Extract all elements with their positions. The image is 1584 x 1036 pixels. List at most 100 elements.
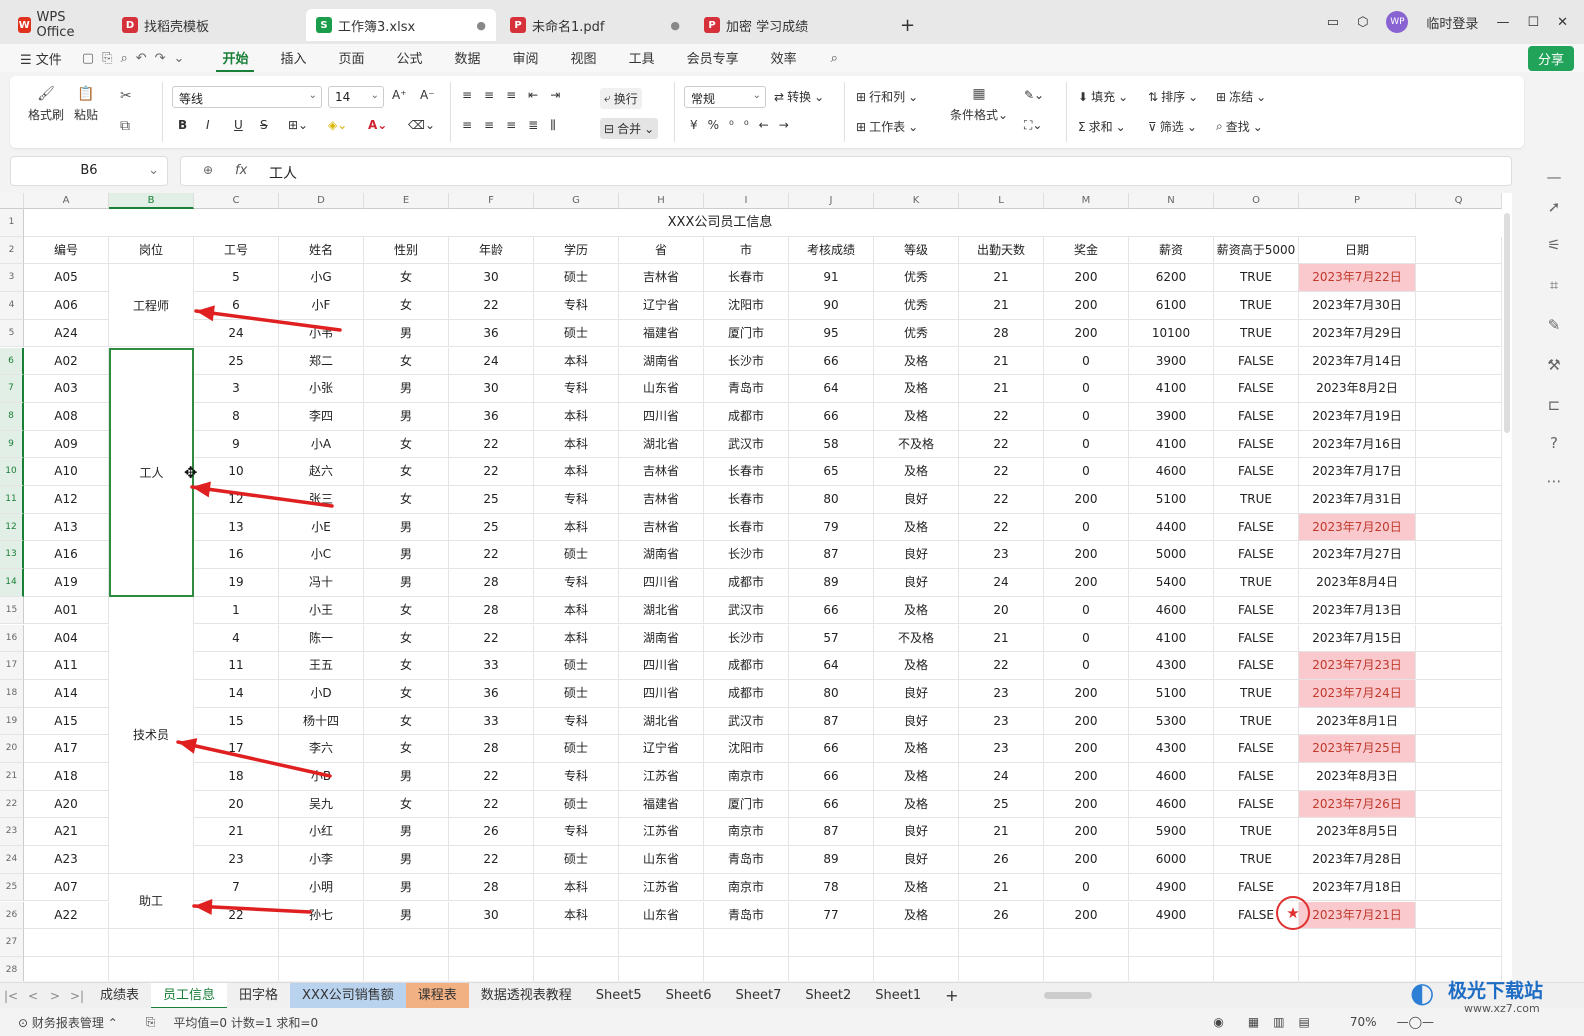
table-cell[interactable]: 10100	[1129, 319, 1214, 348]
table-cell[interactable]: 青岛市	[704, 901, 789, 930]
table-cell[interactable]: 57	[789, 624, 874, 653]
table-cell[interactable]: 13	[194, 513, 279, 542]
paste-button[interactable]: 📋 粘贴	[74, 86, 98, 123]
table-cell[interactable]: 22	[449, 763, 534, 791]
table-cell[interactable]	[24, 956, 109, 981]
table-cell[interactable]: 0	[1044, 652, 1129, 680]
table-header[interactable]: 等级	[874, 236, 959, 265]
table-cell[interactable]: 200	[1044, 763, 1129, 791]
table-cell[interactable]: 4300	[1129, 735, 1214, 763]
book-icon[interactable]: ⊏	[1544, 396, 1564, 416]
table-cell[interactable]: 21	[959, 375, 1044, 403]
table-cell[interactable]: FALSE	[1214, 596, 1299, 625]
table-cell[interactable]: 四川省	[619, 402, 704, 431]
table-cell[interactable]: 成都市	[704, 679, 789, 708]
table-cell[interactable]: 66	[789, 763, 874, 791]
table-cell[interactable]: 200	[1044, 292, 1129, 320]
table-cell[interactable]: 厦门市	[704, 790, 789, 819]
sheet-tab[interactable]: Sheet1	[863, 983, 933, 1009]
table-cell[interactable]	[1416, 846, 1502, 874]
table-cell[interactable]: 21	[959, 292, 1044, 320]
table-header[interactable]: 薪资	[1129, 236, 1214, 265]
font-size-select[interactable]: 14 ⌄	[328, 86, 384, 108]
table-cell[interactable]: 女	[364, 596, 449, 625]
table-cell[interactable]: 4900	[1129, 873, 1214, 902]
table-cell[interactable]: 91	[789, 264, 874, 293]
ribbon-tab[interactable]: 会员专享	[681, 45, 745, 72]
table-cell[interactable]: 2023年7月25日	[1299, 735, 1416, 763]
name-box[interactable]: B6 ⌄	[10, 156, 168, 186]
table-cell[interactable]: 良好	[874, 486, 959, 514]
row-header[interactable]: 5	[0, 319, 24, 348]
table-cell[interactable]: 2023年7月27日	[1299, 541, 1416, 570]
table-cell[interactable]: 张三	[279, 486, 364, 514]
table-cell[interactable]: TRUE	[1214, 679, 1299, 708]
table-cell[interactable]	[1416, 347, 1502, 376]
table-cell[interactable]: 沈阳市	[704, 735, 789, 763]
table-cell[interactable]: 专科	[534, 707, 619, 736]
sheet-tab[interactable]: 田字格	[227, 983, 290, 1009]
table-cell[interactable]: 江苏省	[619, 873, 704, 902]
table-cell[interactable]: 成都市	[704, 569, 789, 597]
row-header[interactable]: 21	[0, 763, 24, 791]
row-header[interactable]: 28	[0, 956, 24, 981]
row-header[interactable]: 18	[0, 679, 24, 708]
table-cell[interactable]: 4900	[1129, 901, 1214, 930]
table-cell[interactable]	[704, 956, 789, 981]
table-cell[interactable]: 及格	[874, 873, 959, 902]
table-cell[interactable]: 87	[789, 707, 874, 736]
table-cell[interactable]: 4300	[1129, 652, 1214, 680]
table-cell[interactable]: 硕士	[534, 846, 619, 874]
table-cell[interactable]: 本科	[534, 596, 619, 625]
table-cell[interactable]: 长春市	[704, 458, 789, 486]
merged-position-cell[interactable]: 工程师	[109, 264, 194, 348]
table-cell[interactable]	[1416, 264, 1502, 293]
table-cell[interactable]: 2023年7月18日	[1299, 873, 1416, 902]
table-cell[interactable]: 吉林省	[619, 264, 704, 293]
row-header[interactable]: 12	[0, 513, 24, 542]
table-cell[interactable]: 89	[789, 846, 874, 874]
table-cell[interactable]: 200	[1044, 541, 1129, 570]
filter-button[interactable]: ⊽ 筛选 ⌄	[1148, 118, 1197, 135]
table-cell[interactable]: 吉林省	[619, 458, 704, 486]
table-cell[interactable]: 3900	[1129, 347, 1214, 376]
table-cell[interactable]: 女	[364, 679, 449, 708]
merge-button[interactable]: ⊟ 合并 ⌄	[600, 118, 659, 139]
table-cell[interactable]: 23	[194, 846, 279, 874]
column-header[interactable]: A	[24, 193, 109, 209]
row-header[interactable]: 11	[0, 486, 24, 514]
table-cell[interactable]: 2023年7月26日	[1299, 790, 1416, 819]
table-cell[interactable]: 女	[364, 735, 449, 763]
sort-button[interactable]: ⇅ 排序 ⌄	[1148, 88, 1198, 105]
table-cell[interactable]	[194, 956, 279, 981]
row-header[interactable]: 6	[0, 347, 24, 376]
table-cell[interactable]: 22	[449, 430, 534, 459]
unsaved-dot-icon[interactable]: ●	[670, 19, 680, 32]
table-cell[interactable]	[1416, 596, 1502, 625]
table-cell[interactable]	[1416, 735, 1502, 763]
find-button[interactable]: ⌕ 查找 ⌄	[1216, 118, 1263, 135]
table-cell[interactable]: 2023年7月30日	[1299, 292, 1416, 320]
vertical-align-icons[interactable]: ≡≡≡⇤⇥	[462, 88, 572, 102]
table-cell[interactable]	[534, 956, 619, 981]
table-cell[interactable]: 64	[789, 652, 874, 680]
table-cell[interactable]: 南京市	[704, 763, 789, 791]
table-cell[interactable]: 22	[449, 292, 534, 320]
table-cell[interactable]: 66	[789, 402, 874, 431]
convert-button[interactable]: ⇄ 转换 ⌄	[774, 88, 824, 105]
table-cell[interactable]: A19	[24, 569, 109, 597]
table-cell[interactable]	[449, 956, 534, 981]
table-cell[interactable]: 10	[194, 458, 279, 486]
table-cell[interactable]: 女	[364, 430, 449, 459]
table-cell[interactable]: 87	[789, 541, 874, 570]
column-header[interactable]: N	[1129, 193, 1214, 209]
table-cell[interactable]: 2023年8月2日	[1299, 375, 1416, 403]
vertical-scrollbar[interactable]	[1504, 213, 1510, 433]
table-cell[interactable]: 南京市	[704, 873, 789, 902]
table-cell[interactable]: TRUE	[1214, 292, 1299, 320]
table-cell[interactable]: 本科	[534, 624, 619, 653]
table-cell[interactable]: 及格	[874, 402, 959, 431]
cell-style-icon[interactable]: ✎⌄	[1024, 88, 1044, 102]
table-header[interactable]: 编号	[24, 236, 109, 265]
table-cell[interactable]: 2023年7月17日	[1299, 458, 1416, 486]
